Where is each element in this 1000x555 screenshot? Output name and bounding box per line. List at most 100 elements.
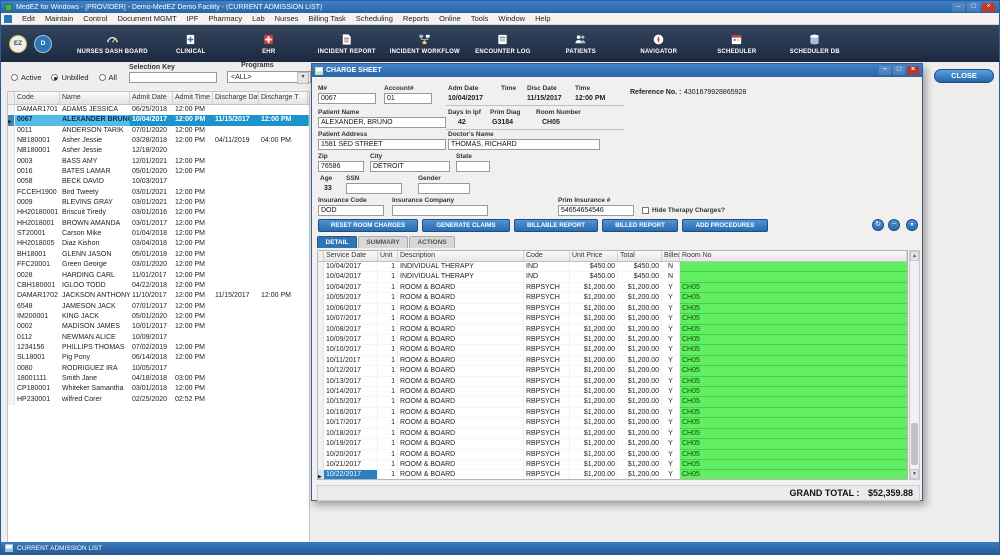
charge-row[interactable]: 10/15/2017 1 ROOM & BOARD RBPSYCH $1,200.00 $… <box>318 397 907 408</box>
add-procedures-button[interactable]: ADD PROCEDURES <box>682 219 768 232</box>
menu-item-edit[interactable]: Edit <box>17 14 40 23</box>
admission-column-header-admit-time[interactable]: Admit Time <box>173 92 213 104</box>
refresh-circle-icon[interactable] <box>872 219 884 231</box>
filter-radio-all[interactable]: All <box>98 73 117 82</box>
charge-column-header-billed[interactable]: Billed <box>662 251 680 261</box>
admission-row[interactable]: 0080 RODRIGUEZ IRA 10/05/2017 <box>8 363 309 374</box>
admission-row[interactable]: IM200001 KING JACK 05/01/2020 12:00 PM <box>8 311 309 323</box>
patient-name-input[interactable] <box>318 117 446 128</box>
zip-input[interactable] <box>318 161 364 172</box>
charge-row[interactable]: 10/20/2017 1 ROOM & BOARD RBPSYCH $1,200.00 $… <box>318 449 907 461</box>
charge-row[interactable]: 10/16/2017 1 ROOM & BOARD RBPSYCH $1,200.00 $… <box>318 407 907 419</box>
tab-summary[interactable]: SUMMARY <box>358 236 408 248</box>
admission-row[interactable]: 0112 NEWMAN ALICE 10/09/2017 <box>8 332 309 343</box>
charge-row[interactable]: 10/05/2017 1 ROOM & BOARD RBPSYCH $1,200.00 $… <box>318 293 907 304</box>
admission-row[interactable]: FFC20001 Green George 03/01/2020 12:00 PM <box>8 260 309 271</box>
menu-item-pharmacy[interactable]: Pharmacy <box>203 14 247 23</box>
scroll-up-icon[interactable] <box>910 251 919 261</box>
patient-address-input[interactable] <box>318 139 446 150</box>
toolbar-button-navigator[interactable]: NAVIGATOR <box>624 27 694 61</box>
admission-row[interactable]: HH2018001 BROWN AMANDA 03/01/2017 12:00 PM <box>8 218 309 230</box>
admission-row[interactable]: 18001111 Smith Jane 04/18/2018 03:00 PM <box>8 373 309 385</box>
admission-row[interactable]: BH18001 GLENN JASON 05/01/2018 12:00 PM <box>8 249 309 261</box>
charge-row[interactable]: 10/07/2017 1 ROOM & BOARD RBPSYCH $1,200.00 $… <box>318 314 907 325</box>
charge-column-header-description[interactable]: Description <box>398 251 524 261</box>
admission-column-header-discharge-t[interactable]: Discharge T <box>259 92 308 104</box>
scroll-down-icon[interactable] <box>910 469 919 479</box>
menu-item-maintain[interactable]: Maintain <box>40 14 78 23</box>
charge-row[interactable]: 10/04/2017 1 INDIVIDUAL THERAPY IND $450.00 $… <box>318 272 907 283</box>
menu-item-nurses[interactable]: Nurses <box>270 14 304 23</box>
menu-item-online[interactable]: Online <box>434 14 466 23</box>
dialog-close-button[interactable]: × <box>907 66 919 75</box>
filter-radio-active[interactable]: Active <box>11 73 41 82</box>
generate-claims-button[interactable]: GENERATE CLAIMS <box>422 219 510 232</box>
menu-item-window[interactable]: Window <box>493 14 530 23</box>
menu-item-ipf[interactable]: IPF <box>182 14 204 23</box>
charge-grid-scrollbar[interactable] <box>909 250 920 480</box>
charge-row[interactable]: 10/04/2017 1 INDIVIDUAL THERAPY IND $450.00 $… <box>318 262 907 273</box>
insurance-code-input[interactable] <box>318 205 384 216</box>
menu-item-billing-task[interactable]: Billing Task <box>303 14 350 23</box>
toolbar-button-patients[interactable]: PATIENTS <box>546 27 616 61</box>
insurance-company-input[interactable] <box>392 205 488 216</box>
state-input[interactable] <box>456 161 490 172</box>
filter-radio-unbilled[interactable]: Unbilled <box>51 73 89 82</box>
prim-insurance-input[interactable] <box>558 205 634 216</box>
menu-item-scheduling[interactable]: Scheduling <box>351 14 398 23</box>
toolbar-button-nurses-dash-board[interactable]: NURSES DASH BOARD <box>77 27 148 61</box>
admission-row[interactable]: HH20180001 Briscuit Tiredy 03/01/2016 12:00… <box>8 208 309 219</box>
charge-row[interactable]: 10/12/2017 1 ROOM & BOARD RBPSYCH $1,200.00 $… <box>318 366 907 377</box>
menu-item-control[interactable]: Control <box>78 14 112 23</box>
scrollbar-thumb[interactable] <box>911 423 918 465</box>
admission-row[interactable]: 0009 BLEVINS GRAY 03/01/2021 12:00 PM <box>8 198 309 209</box>
admission-row[interactable]: 0016 BATES LAMAR 05/01/2020 12:00 PM <box>8 167 309 178</box>
admission-row[interactable]: 0003 BASS AMY 12/01/2021 12:00 PM <box>8 156 309 168</box>
tab-actions[interactable]: ACTIONS <box>409 236 455 248</box>
toolbar-button-scheduler[interactable]: SCHEDULER <box>702 27 772 61</box>
charge-row[interactable]: 10/21/2017 1 ROOM & BOARD RBPSYCH $1,200.00 $… <box>318 460 907 471</box>
admission-column-header-code[interactable]: Code <box>15 92 60 104</box>
charge-row[interactable]: 10/08/2017 1 ROOM & BOARD RBPSYCH $1,200.00 $… <box>318 324 907 335</box>
tab-detail[interactable]: DETAIL <box>317 236 357 248</box>
toolbar-button-clinical[interactable]: CLINICAL <box>156 27 226 61</box>
charge-row[interactable]: 10/19/2017 1 ROOM & BOARD RBPSYCH $1,200.00 $… <box>318 439 907 450</box>
charge-row[interactable]: 10/10/2017 1 ROOM & BOARD RBPSYCH $1,200.00 $… <box>318 345 907 356</box>
charge-row[interactable]: 10/18/2017 1 ROOM & BOARD RBPSYCH $1,200.00 $… <box>318 428 907 440</box>
dialog-maximize-button[interactable]: □ <box>893 66 905 75</box>
charge-row[interactable]: 10/14/2017 1 ROOM & BOARD RBPSYCH $1,200.00 $… <box>318 387 907 398</box>
admission-row[interactable]: 0058 BECK DAVID 10/03/2017 <box>8 177 309 188</box>
admission-row[interactable]: DAMAR1702 JACKSON ANTHONY 11/10/2017 12:00 … <box>8 291 309 302</box>
mr-input[interactable] <box>318 93 376 104</box>
menu-item-help[interactable]: Help <box>530 14 555 23</box>
window-maximize-button[interactable]: □ <box>967 2 980 12</box>
reset-room-charges-button[interactable]: RESET ROOM CHARGES <box>318 219 418 232</box>
programs-dropdown[interactable]: <ALL> <box>227 71 311 84</box>
charge-row[interactable]: 10/09/2017 1 ROOM & BOARD RBPSYCH $1,200.00 $… <box>318 334 907 346</box>
toolbar-badge-d[interactable]: D <box>34 34 52 53</box>
admission-column-header-name[interactable]: Name <box>60 92 130 104</box>
charge-column-header-room-no[interactable]: Room No <box>680 251 907 261</box>
charge-column-header-unit-price[interactable]: Unit Price <box>570 251 618 261</box>
toolbar-button-incident-report[interactable]: INCIDENT REPORT <box>312 27 382 61</box>
admission-row[interactable]: FCCEH1900 Bird Tweety 03/01/2021 12:00 PM <box>8 187 309 199</box>
charge-row[interactable]: 10/11/2017 1 ROOM & BOARD RBPSYCH $1,200.00 $… <box>318 355 907 367</box>
toolbar-button-scheduler-db[interactable]: SCHEDULER DB <box>780 27 850 61</box>
admission-row[interactable]: NB180001 Asher Jessie 12/18/2020 <box>8 146 309 157</box>
admission-row[interactable]: HH2018005 Diaz Kishon 03/04/2018 12:00 PM <box>8 239 309 250</box>
close-button[interactable]: CLOSE <box>934 69 994 83</box>
ssn-input[interactable] <box>346 183 402 194</box>
window-close-button[interactable]: × <box>982 2 995 12</box>
admission-row[interactable]: CBH180001 IGLOO TODD 04/22/2018 12:00 PM <box>8 280 309 292</box>
account-input[interactable] <box>384 93 432 104</box>
admission-row[interactable]: CP180001 Whiteker Samantha 03/01/2018 12:00… <box>8 384 309 395</box>
toolbar-button-ehr[interactable]: EHR <box>234 27 304 61</box>
admission-row[interactable]: 0011 ANDERSON TARIK 07/01/2020 12:00 PM <box>8 125 309 137</box>
gender-input[interactable] <box>418 183 470 194</box>
charge-row[interactable]: 10/17/2017 1 ROOM & BOARD RBPSYCH $1,200.00 $… <box>318 418 907 429</box>
toolbar-button-encounter-log[interactable]: ENCOUNTER LOG <box>468 27 538 61</box>
doctor-name-input[interactable] <box>448 139 600 150</box>
charge-row[interactable]: 10/04/2017 1 ROOM & BOARD RBPSYCH $1,200.00 $… <box>318 282 907 294</box>
city-input[interactable] <box>370 161 450 172</box>
billed-report-button[interactable]: BILLED REPORT <box>602 219 678 232</box>
